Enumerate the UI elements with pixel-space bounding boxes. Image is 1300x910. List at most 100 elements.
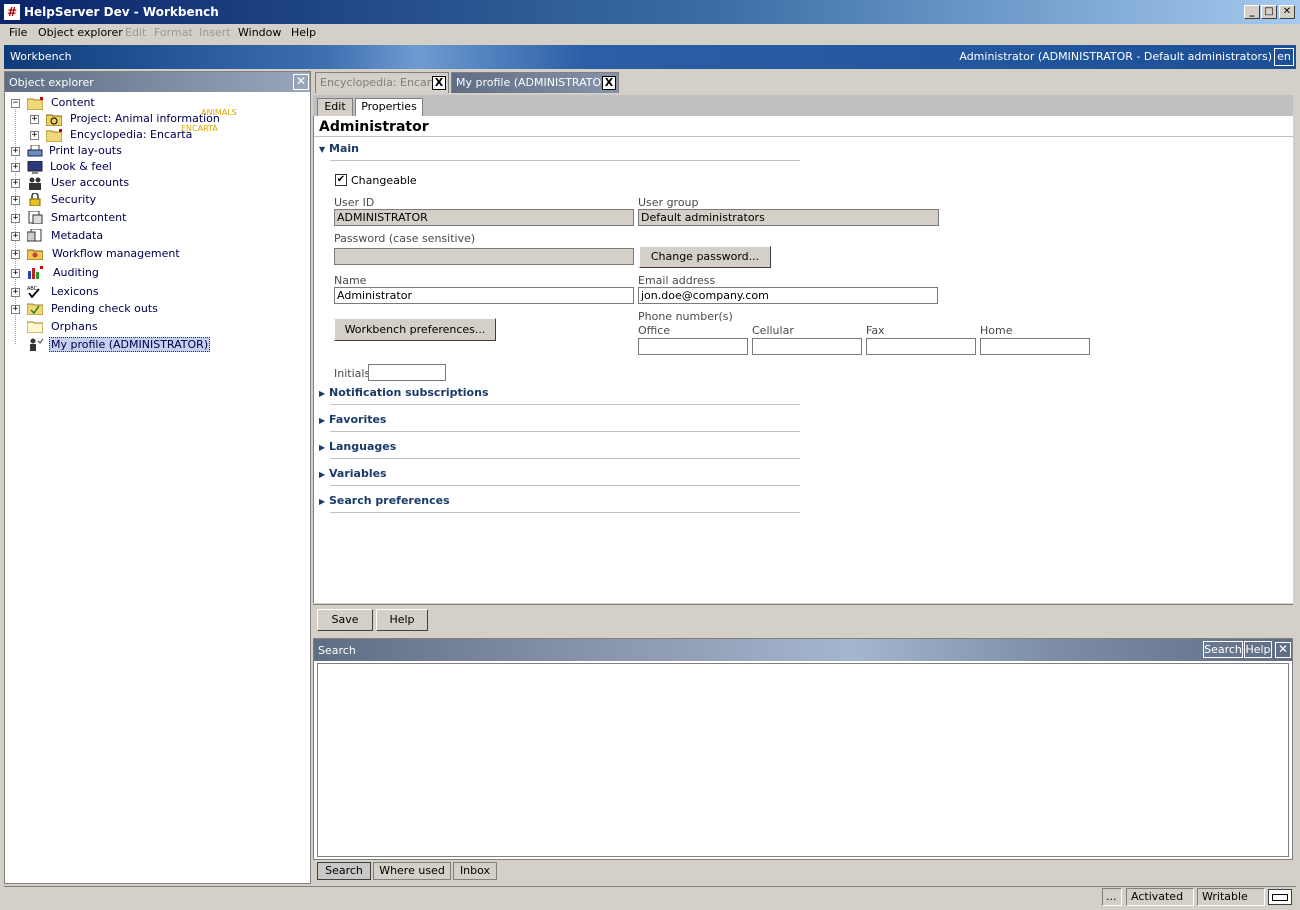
checkout-icon	[27, 303, 43, 315]
printer-icon	[27, 145, 43, 157]
tree-item-metadata[interactable]: + Metadata	[5, 229, 305, 245]
expand-icon[interactable]: +	[11, 232, 20, 241]
email-field[interactable]: jon.doe@company.com	[638, 287, 938, 304]
tab-edit[interactable]: Edit	[317, 98, 353, 116]
tree-item-label: Look & feel	[50, 160, 112, 173]
changeable-checkbox[interactable]: ✔	[335, 174, 347, 186]
workbench-header: Workbench Administrator (ADMINISTRATOR -…	[4, 45, 1296, 69]
tab-my-profile[interactable]: My profile (ADMINISTRATOR) X	[451, 72, 619, 93]
properties-form: Administrator ▼ Main ✔ Changeable User ID…	[313, 116, 1294, 603]
close-tab-icon[interactable]: X	[432, 76, 446, 90]
tree-item-auditing[interactable]: + Auditing	[5, 266, 305, 282]
expanded-triangle-icon: ▼	[319, 145, 326, 154]
tab-properties[interactable]: Properties	[355, 98, 423, 116]
tab-search[interactable]: Search	[317, 862, 371, 880]
expand-icon[interactable]: +	[30, 131, 39, 140]
search-panel: Search Search Help ✕	[313, 638, 1293, 860]
initials-field[interactable]	[368, 364, 446, 381]
tree-item-orphans[interactable]: Orphans	[5, 320, 305, 336]
tree-item-encyclopedia[interactable]: + Encyclopedia: Encarta ENCARTA	[5, 124, 305, 144]
search-results-area[interactable]	[317, 663, 1289, 857]
fax-label: Fax	[866, 324, 885, 337]
object-explorer-header: Object explorer ✕	[5, 72, 310, 92]
collapse-icon[interactable]: −	[11, 99, 20, 108]
expand-icon[interactable]: +	[30, 115, 39, 124]
minimize-button[interactable]: _	[1244, 5, 1260, 19]
user-id-field: ADMINISTRATOR	[334, 209, 634, 226]
expand-icon[interactable]: +	[11, 163, 20, 172]
bottom-tabs: Search Where used Inbox	[313, 861, 1293, 881]
office-phone-field[interactable]	[638, 338, 748, 355]
divider	[314, 136, 1294, 137]
cellular-phone-field[interactable]	[752, 338, 862, 355]
profile-icon	[30, 338, 43, 351]
close-icon[interactable]: ✕	[1275, 642, 1291, 658]
object-explorer-title: Object explorer	[9, 76, 94, 89]
tree-item-label: Print lay-outs	[49, 144, 122, 157]
maximize-button[interactable]: □	[1261, 5, 1277, 19]
tree-item-label: Orphans	[51, 320, 98, 333]
section-search-preferences[interactable]: ▶ Search preferences	[319, 494, 450, 507]
tree-item-content[interactable]: − Content	[5, 96, 305, 112]
workbench-preferences-button[interactable]: Workbench preferences...	[334, 318, 496, 341]
tree-item-workflow[interactable]: + Workflow management	[5, 247, 305, 263]
tree-item-smartcontent[interactable]: + Smartcontent	[5, 211, 305, 227]
change-password-button[interactable]: Change password...	[639, 246, 771, 268]
menu-file[interactable]: File	[9, 26, 27, 39]
menu-object-explorer[interactable]: Object explorer	[38, 26, 123, 39]
tab-where-used[interactable]: Where used	[373, 862, 451, 880]
user-group-field: Default administrators	[638, 209, 939, 226]
keyboard-icon[interactable]	[1268, 889, 1292, 905]
expand-icon[interactable]: +	[11, 214, 20, 223]
tree-item-lexicons[interactable]: + ABC Lexicons	[5, 285, 305, 301]
project-tag: ANIMALS	[201, 108, 237, 117]
expand-icon[interactable]: +	[11, 269, 20, 278]
close-window-button[interactable]: ✕	[1279, 5, 1295, 19]
section-label: Search preferences	[329, 494, 450, 507]
name-field[interactable]: Administrator	[334, 287, 634, 304]
divider	[330, 431, 800, 432]
smartcontent-icon	[28, 211, 43, 224]
search-panel-help-button[interactable]: Help	[1244, 641, 1272, 658]
tree-item-pending-checkouts[interactable]: + Pending check outs	[5, 302, 305, 318]
menu-help[interactable]: Help	[291, 26, 316, 39]
expand-icon[interactable]: +	[11, 250, 20, 259]
content-folder-icon	[27, 97, 43, 110]
status-ellipsis-button[interactable]: ...	[1102, 888, 1122, 906]
section-variables[interactable]: ▶ Variables	[319, 467, 387, 480]
fax-field[interactable]	[866, 338, 976, 355]
close-icon[interactable]: ✕	[293, 74, 309, 90]
expand-icon[interactable]: +	[11, 305, 20, 314]
spellcheck-icon: ABC	[27, 286, 40, 298]
section-languages[interactable]: ▶ Languages	[319, 440, 396, 453]
collapsed-triangle-icon: ▶	[319, 443, 326, 452]
tree-item-security[interactable]: + Security	[5, 193, 305, 209]
expand-icon[interactable]: +	[11, 288, 20, 297]
search-panel-search-button[interactable]: Search	[1203, 641, 1243, 658]
tab-inbox[interactable]: Inbox	[453, 862, 497, 880]
tree-item-print-layouts[interactable]: + Print lay-outs	[5, 144, 305, 160]
close-tab-icon[interactable]: X	[602, 76, 616, 90]
save-button[interactable]: Save	[317, 609, 373, 631]
expand-icon[interactable]: +	[11, 179, 20, 188]
expand-icon[interactable]: +	[11, 196, 20, 205]
language-button[interactable]: en	[1274, 48, 1294, 66]
help-button[interactable]: Help	[376, 609, 428, 631]
tree-item-user-accounts[interactable]: + User accounts	[5, 176, 305, 192]
tree-item-look-feel[interactable]: + Look & feel	[5, 160, 305, 176]
tree-item-label: Metadata	[51, 229, 104, 242]
divider	[330, 160, 800, 161]
tree-item-project[interactable]: + Project: Animal information ANIMALS	[5, 108, 305, 128]
workbench-title: Workbench	[10, 50, 72, 63]
section-notification-subscriptions[interactable]: ▶ Notification subscriptions	[319, 386, 489, 399]
section-favorites[interactable]: ▶ Favorites	[319, 413, 386, 426]
initials-label: Initials	[334, 367, 371, 380]
tab-encyclopedia-encarta[interactable]: Encyclopedia: Encarta X	[315, 72, 449, 93]
menu-window[interactable]: Window	[238, 26, 281, 39]
divider	[330, 458, 800, 459]
tree-item-label: Content	[51, 96, 95, 109]
expand-icon[interactable]: +	[11, 147, 20, 156]
tree-item-my-profile[interactable]: My profile (ADMINISTRATOR)	[5, 337, 305, 353]
home-phone-field[interactable]	[980, 338, 1090, 355]
section-main[interactable]: ▼ Main	[319, 142, 359, 155]
